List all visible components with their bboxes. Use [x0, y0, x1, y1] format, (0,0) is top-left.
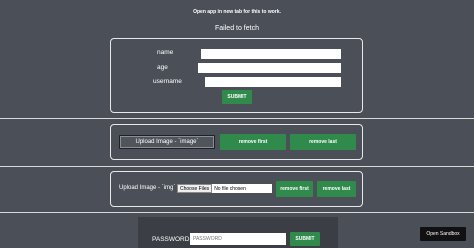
username-input[interactable] — [205, 77, 341, 87]
fetch-error-message: Failed to fetch — [215, 25, 259, 32]
age-label: age — [157, 64, 168, 71]
open-app-note: Open app in new tab for this to work. — [193, 9, 281, 15]
remove-last-button[interactable]: remove last — [290, 134, 356, 150]
divider — [0, 118, 474, 119]
age-input[interactable] — [198, 63, 341, 73]
choose-files-button[interactable]: Choose Files — [177, 184, 213, 193]
password-label: PASSWORD — [152, 236, 190, 243]
file-input[interactable]: Choose Files No file chosen — [177, 184, 272, 193]
password-submit-button[interactable]: SUBMIT — [290, 232, 320, 246]
no-file-text: No file chosen — [214, 185, 246, 192]
remove-first-button[interactable]: remove first — [276, 181, 313, 197]
password-input[interactable] — [190, 233, 286, 245]
remove-last-button[interactable]: remove last — [317, 181, 356, 197]
divider — [0, 212, 474, 213]
upload-img-label: Upload Image - `img` — [119, 185, 176, 191]
username-label: username — [153, 78, 182, 85]
upload-image-button[interactable]: Upload Image - `image` — [119, 135, 215, 149]
name-input[interactable] — [201, 49, 341, 59]
divider — [0, 166, 474, 167]
user-submit-button[interactable]: SUBMIT — [222, 90, 252, 104]
name-label: name — [157, 49, 174, 56]
open-sandbox-button[interactable]: Open Sandbox — [420, 227, 466, 241]
remove-first-button[interactable]: remove first — [220, 134, 286, 150]
